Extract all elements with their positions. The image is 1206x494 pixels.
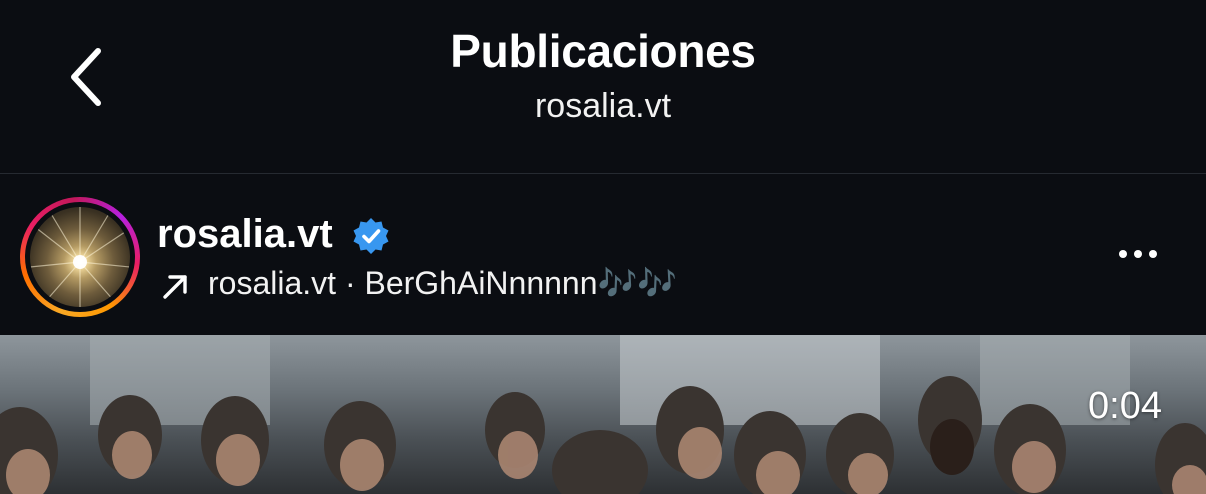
light-burst-image bbox=[30, 207, 130, 307]
audio-attribution[interactable]: rosalia.vt · BerGhAiNnnnnn🎶🎶 bbox=[208, 264, 677, 302]
post-username[interactable]: rosalia.vt bbox=[157, 212, 333, 257]
avatar-image bbox=[30, 207, 130, 307]
verified-badge-icon bbox=[353, 218, 389, 254]
avatar[interactable] bbox=[20, 197, 140, 317]
more-horizontal-icon bbox=[1119, 250, 1127, 258]
page-title: Publicaciones bbox=[450, 25, 756, 77]
more-options-button[interactable] bbox=[1108, 236, 1168, 272]
crowd-image bbox=[0, 376, 1206, 494]
post-video[interactable]: 0:04 bbox=[0, 335, 1206, 494]
top-header: Publicaciones rosalia.vt bbox=[0, 0, 1206, 173]
page-subtitle: rosalia.vt bbox=[534, 87, 672, 125]
arrow-up-right-icon bbox=[163, 275, 187, 299]
post-header: rosalia.vt rosalia.vt · BerGhAiNnnnnn🎶🎶 bbox=[0, 174, 1206, 334]
video-duration: 0:04 bbox=[1088, 385, 1162, 427]
